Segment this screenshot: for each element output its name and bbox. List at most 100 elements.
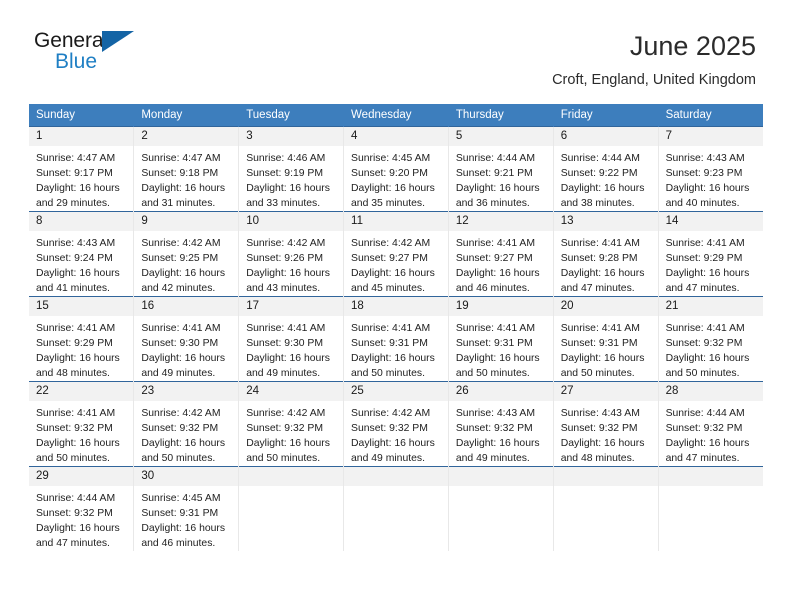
- day-number: 21: [658, 297, 763, 316]
- calendar-day-cell[interactable]: 2 Sunrise: 4:47 AM Sunset: 9:18 PM Daylight…: [133, 126, 240, 212]
- calendar-day-cell[interactable]: 20 Sunrise: 4:41 AM Sunset: 9:31 PM Dayligh…: [553, 296, 659, 382]
- calendar-day-cell[interactable]: 19 Sunrise: 4:41 AM Sunset: 9:31 PM Dayligh…: [448, 296, 554, 382]
- calendar-day-cell[interactable]: 29 Sunrise: 4:44 AM Sunset: 9:32 PM Dayligh…: [29, 466, 135, 551]
- day-number: 1: [29, 127, 134, 146]
- daylight-text-line2: and 49 minutes.: [141, 368, 216, 379]
- day-number: 9: [134, 212, 239, 231]
- calendar-day-cell[interactable]: 11 Sunrise: 4:42 AM Sunset: 9:27 PM Dayligh…: [343, 211, 449, 297]
- day-number: 8: [29, 212, 134, 231]
- day-details: Sunrise: 4:41 AM Sunset: 9:27 PM Daylight:…: [449, 231, 553, 296]
- calendar-week-row: 29 Sunrise: 4:44 AM Sunset: 9:32 PM Dayligh…: [29, 466, 763, 551]
- calendar-day-cell[interactable]: 17 Sunrise: 4:41 AM Sunset: 9:30 PM Dayligh…: [238, 296, 345, 382]
- calendar-day-cell[interactable]: 26 Sunrise: 4:43 AM Sunset: 9:32 PM Dayligh…: [448, 381, 554, 467]
- daylight-text-line1: Daylight: 16 hours: [141, 183, 226, 194]
- day-details: Sunrise: 4:42 AM Sunset: 9:27 PM Daylight:…: [344, 231, 448, 296]
- sunrise-text: Sunrise: 4:42 AM: [141, 408, 221, 419]
- sunrise-text: Sunrise: 4:47 AM: [141, 153, 221, 164]
- calendar-day-cell[interactable]: 16 Sunrise: 4:41 AM Sunset: 9:30 PM Dayligh…: [133, 296, 240, 382]
- calendar-day-cell[interactable]: 10 Sunrise: 4:42 AM Sunset: 9:26 PM Dayligh…: [238, 211, 345, 297]
- day-details: Sunrise: 4:42 AM Sunset: 9:25 PM Daylight:…: [134, 231, 238, 296]
- calendar-day-cell[interactable]: 3 Sunrise: 4:46 AM Sunset: 9:19 PM Daylight…: [238, 126, 345, 212]
- calendar-body: 1 Sunrise: 4:47 AM Sunset: 9:17 PM Daylight…: [29, 126, 763, 551]
- calendar-day-cell[interactable]: 13 Sunrise: 4:41 AM Sunset: 9:28 PM Dayligh…: [553, 211, 659, 297]
- day-number: 14: [658, 212, 763, 231]
- weekday-header-thursday: Thursday: [448, 104, 554, 127]
- day-number: 6: [553, 127, 658, 146]
- day-details: Sunrise: 4:43 AM Sunset: 9:32 PM Daylight:…: [554, 401, 658, 466]
- day-details: [239, 486, 343, 491]
- day-number: 20: [553, 297, 658, 316]
- day-details: [659, 486, 763, 491]
- calendar-day-cell[interactable]: 23 Sunrise: 4:42 AM Sunset: 9:32 PM Dayligh…: [133, 381, 240, 467]
- daylight-text-line1: Daylight: 16 hours: [560, 438, 645, 449]
- day-details: Sunrise: 4:44 AM Sunset: 9:21 PM Daylight:…: [449, 146, 553, 211]
- calendar-day-cell[interactable]: 12 Sunrise: 4:41 AM Sunset: 9:27 PM Dayligh…: [448, 211, 554, 297]
- daylight-text-line2: and 41 minutes.: [36, 283, 110, 294]
- sunset-text: Sunset: 9:29 PM: [36, 338, 113, 349]
- calendar-day-cell[interactable]: 14 Sunrise: 4:41 AM Sunset: 9:29 PM Dayligh…: [658, 211, 763, 297]
- sunset-text: Sunset: 9:31 PM: [455, 338, 533, 349]
- calendar-day-cell[interactable]: 4 Sunrise: 4:45 AM Sunset: 9:20 PM Daylight…: [343, 126, 449, 212]
- day-number: 10: [239, 212, 344, 231]
- day-number: 22: [29, 382, 134, 401]
- day-details: Sunrise: 4:46 AM Sunset: 9:19 PM Daylight:…: [239, 146, 343, 211]
- daylight-text-line1: Daylight: 16 hours: [36, 183, 120, 194]
- day-details: Sunrise: 4:43 AM Sunset: 9:32 PM Daylight:…: [449, 401, 553, 466]
- day-number: 5: [448, 127, 553, 146]
- sunrise-text: Sunrise: 4:44 AM: [36, 493, 116, 504]
- sunset-text: Sunset: 9:25 PM: [141, 253, 219, 264]
- sunset-text: Sunset: 9:18 PM: [141, 168, 219, 179]
- title-block: June 2025 Croft, England, United Kingdom: [552, 28, 756, 90]
- sunrise-text: Sunrise: 4:42 AM: [246, 408, 326, 419]
- calendar-header-row: Sunday Monday Tuesday Wednesday Thursday…: [29, 104, 763, 127]
- daylight-text-line2: and 50 minutes.: [560, 368, 635, 379]
- day-details: Sunrise: 4:44 AM Sunset: 9:22 PM Daylight:…: [554, 146, 658, 211]
- daylight-text-line1: Daylight: 16 hours: [246, 353, 330, 364]
- sunrise-text: Sunrise: 4:41 AM: [351, 323, 431, 334]
- calendar-day-cell[interactable]: 27 Sunrise: 4:43 AM Sunset: 9:32 PM Dayligh…: [553, 381, 659, 467]
- calendar-day-cell[interactable]: 15 Sunrise: 4:41 AM Sunset: 9:29 PM Dayligh…: [29, 296, 135, 382]
- daylight-text-line2: and 47 minutes.: [36, 538, 110, 549]
- generalblue-logo[interactable]: General Blue: [34, 28, 142, 84]
- calendar-day-cell[interactable]: 9 Sunrise: 4:42 AM Sunset: 9:25 PM Daylight…: [133, 211, 240, 297]
- day-details: [449, 486, 553, 491]
- daylight-text-line2: and 49 minutes.: [351, 453, 425, 464]
- sunset-text: Sunset: 9:19 PM: [246, 168, 324, 179]
- daylight-text-line2: and 50 minutes.: [246, 453, 321, 464]
- calendar-day-cell[interactable]: 8 Sunrise: 4:43 AM Sunset: 9:24 PM Daylight…: [29, 211, 135, 297]
- calendar-day-cell[interactable]: 24 Sunrise: 4:42 AM Sunset: 9:32 PM Dayligh…: [238, 381, 345, 467]
- calendar-day-cell[interactable]: 21 Sunrise: 4:41 AM Sunset: 9:32 PM Dayligh…: [658, 296, 763, 382]
- sunrise-text: Sunrise: 4:41 AM: [36, 408, 116, 419]
- day-number: 15: [29, 297, 134, 316]
- daylight-text-line1: Daylight: 16 hours: [665, 353, 750, 364]
- sunset-text: Sunset: 9:30 PM: [141, 338, 219, 349]
- day-details: Sunrise: 4:45 AM Sunset: 9:31 PM Daylight:…: [134, 486, 238, 551]
- page-title: June 2025: [629, 31, 756, 61]
- weekday-header-wednesday: Wednesday: [343, 104, 449, 127]
- calendar-day-cell[interactable]: 6 Sunrise: 4:44 AM Sunset: 9:22 PM Daylight…: [553, 126, 659, 212]
- daylight-text-line1: Daylight: 16 hours: [351, 353, 435, 364]
- calendar-day-cell[interactable]: 5 Sunrise: 4:44 AM Sunset: 9:21 PM Daylight…: [448, 126, 554, 212]
- calendar-day-cell[interactable]: 7 Sunrise: 4:43 AM Sunset: 9:23 PM Daylight…: [658, 126, 763, 212]
- daylight-text-line2: and 29 minutes.: [36, 198, 110, 209]
- daylight-text-line2: and 47 minutes.: [560, 283, 635, 294]
- calendar-day-cell[interactable]: 18 Sunrise: 4:41 AM Sunset: 9:31 PM Dayligh…: [343, 296, 449, 382]
- day-details: Sunrise: 4:44 AM Sunset: 9:32 PM Daylight:…: [659, 401, 763, 466]
- day-details: Sunrise: 4:45 AM Sunset: 9:20 PM Daylight:…: [344, 146, 448, 211]
- sunrise-text: Sunrise: 4:43 AM: [665, 153, 745, 164]
- day-details: Sunrise: 4:42 AM Sunset: 9:32 PM Daylight:…: [344, 401, 448, 466]
- sunrise-text: Sunrise: 4:45 AM: [141, 493, 221, 504]
- calendar-page: General Blue June 2025 Croft, England, U…: [0, 0, 792, 612]
- calendar-day-cell[interactable]: 25 Sunrise: 4:42 AM Sunset: 9:32 PM Dayligh…: [343, 381, 449, 467]
- day-number: 17: [239, 297, 344, 316]
- calendar-day-cell[interactable]: 30 Sunrise: 4:45 AM Sunset: 9:31 PM Dayligh…: [133, 466, 240, 551]
- day-number: 25: [344, 382, 448, 401]
- sunset-text: Sunset: 9:24 PM: [36, 253, 113, 264]
- calendar-day-cell[interactable]: 1 Sunrise: 4:47 AM Sunset: 9:17 PM Daylight…: [29, 126, 135, 212]
- daylight-text-line2: and 50 minutes.: [141, 453, 216, 464]
- daylight-text-line2: and 33 minutes.: [246, 198, 321, 209]
- day-details: Sunrise: 4:41 AM Sunset: 9:32 PM Daylight:…: [659, 316, 763, 381]
- calendar-day-cell[interactable]: 28 Sunrise: 4:44 AM Sunset: 9:32 PM Dayligh…: [658, 381, 763, 467]
- sunrise-text: Sunrise: 4:42 AM: [141, 238, 221, 249]
- calendar-day-cell[interactable]: 22 Sunrise: 4:41 AM Sunset: 9:32 PM Dayligh…: [29, 381, 135, 467]
